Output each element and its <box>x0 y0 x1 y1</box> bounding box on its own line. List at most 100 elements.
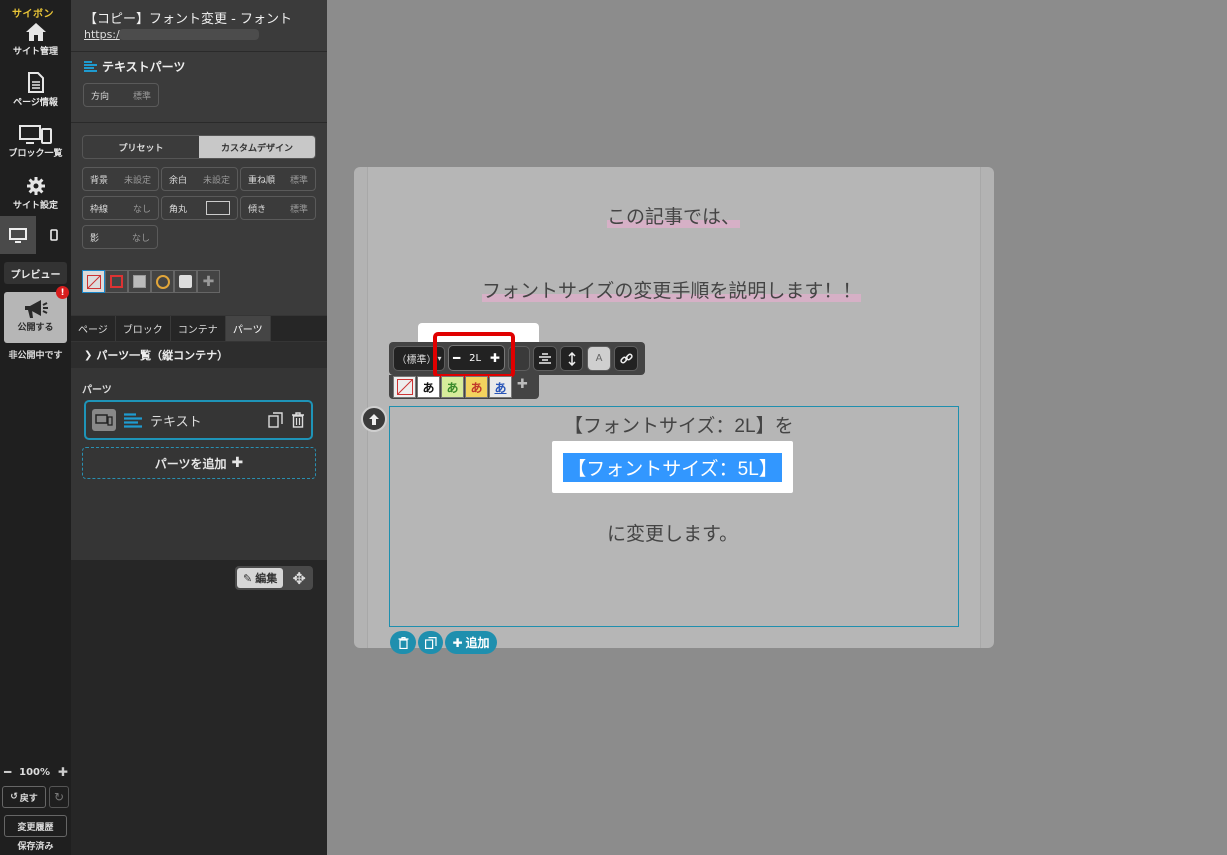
site-settings-button[interactable]: サイト設定 <box>0 176 71 211</box>
publish-button[interactable]: ! 公開する <box>4 286 69 343</box>
chevron-down-icon: ❯ <box>84 349 93 361</box>
direction-setting[interactable]: 方向 標準 <box>83 83 159 107</box>
preview-button[interactable]: プレビュー <box>4 262 67 284</box>
add-decoration-icon[interactable]: ✚ <box>517 377 528 392</box>
circle-icon <box>155 274 170 289</box>
border-setting[interactable]: 枠線 なし <box>82 196 159 220</box>
page-url[interactable]: https:/ <box>84 28 120 41</box>
text-line-to[interactable]: に変更します。 <box>607 519 738 546</box>
plus-icon: ✚ <box>452 635 463 650</box>
callout-highlight <box>433 332 515 378</box>
add-part-inline-button[interactable]: ✚ 追加 <box>445 631 497 654</box>
parts-list-header[interactable]: ❯ パーツ一覧（縦コンテナ） <box>71 342 327 368</box>
shadow-label: 影 <box>90 233 100 244</box>
delete-part-button[interactable] <box>390 631 416 654</box>
zoom-in-icon[interactable]: ✚ <box>58 765 68 779</box>
site-manage-label: サイト管理 <box>12 47 58 57</box>
swatch-none[interactable] <box>82 270 105 293</box>
add-inline-label: 追加 <box>465 636 490 650</box>
devices-icon <box>18 125 52 144</box>
design-mode-tabs: プリセット カスタムデザイン <box>82 135 316 159</box>
text-lines-icon <box>84 61 97 72</box>
part-item-text[interactable]: テキスト <box>84 400 313 440</box>
history-button[interactable]: 変更履歴 <box>4 815 67 837</box>
link-button[interactable] <box>614 346 638 371</box>
line-height-icon <box>567 351 576 366</box>
shadow-setting[interactable]: 影 なし <box>82 225 158 249</box>
add-part-label: パーツを追加 <box>154 456 227 471</box>
align-center-icon <box>539 353 551 364</box>
swatch-red-border[interactable] <box>105 270 128 293</box>
edit-button[interactable]: ✎ 編集 <box>237 568 284 588</box>
zoom-control: ━ 100% ✚ <box>4 765 68 779</box>
decoration-none[interactable] <box>393 376 416 398</box>
font-color-button[interactable]: A <box>587 346 611 371</box>
page-info-button[interactable]: ページ情報 <box>0 72 71 108</box>
block-list-button[interactable]: ブロック一覧 <box>0 124 71 159</box>
site-manage-button[interactable]: サイト管理 <box>0 22 71 57</box>
part-heading: テキストパーツ <box>84 58 185 75</box>
duplicate-part-button[interactable] <box>418 631 443 654</box>
tab-container[interactable]: コンテナ <box>171 316 226 341</box>
shadow-value: なし <box>131 233 150 244</box>
zindex-setting[interactable]: 重ね順 標準 <box>240 167 316 191</box>
move-up-button[interactable] <box>361 406 387 432</box>
blue-a-icon: あ <box>494 380 507 395</box>
swatch-rounded[interactable] <box>174 270 197 293</box>
move-handle-icon[interactable]: ✥ <box>285 566 313 590</box>
tab-page[interactable]: ページ <box>71 316 116 341</box>
home-icon <box>25 23 46 41</box>
publish-status: 非公開中です <box>8 351 63 361</box>
arrow-up-icon <box>369 413 379 425</box>
alert-badge: ! <box>56 286 69 299</box>
decoration-green[interactable]: あ <box>441 376 464 398</box>
settings-panel: 【コピー】フォント変更 - フォント https:/ テキストパーツ 方向 標準… <box>71 0 327 855</box>
green-a-icon: あ <box>446 380 459 395</box>
trash-icon[interactable] <box>291 412 305 428</box>
selected-text[interactable]: 【フォントサイズ：5L】 <box>563 452 782 482</box>
phone-icon <box>49 229 58 241</box>
device-switch <box>0 216 71 254</box>
text-style-value: （標準） <box>396 355 437 366</box>
tab-preset[interactable]: プリセット <box>83 136 199 158</box>
tilt-setting[interactable]: 傾き 標準 <box>240 196 316 220</box>
copy-icon <box>424 636 437 649</box>
text-line-intro[interactable]: この記事では、 <box>607 202 741 229</box>
edit-move-group: ✎ 編集 ✥ <box>235 566 314 590</box>
red-square-icon <box>110 275 123 288</box>
tab-parts[interactable]: パーツ <box>225 316 271 341</box>
add-swatch-button[interactable]: ✚ <box>197 270 220 293</box>
panel-tabs: ページ ブロック コンテナ パーツ <box>71 316 327 341</box>
margin-label: 余白 <box>169 175 188 186</box>
decoration-outline[interactable]: あ <box>417 376 440 398</box>
swatch-shadow[interactable] <box>128 270 151 293</box>
tab-custom-design[interactable]: カスタムデザイン <box>199 136 315 158</box>
pencil-icon: ✎ <box>243 571 253 585</box>
tab-block[interactable]: ブロック <box>116 316 171 341</box>
redo-icon: ↻ <box>53 790 65 804</box>
background-setting[interactable]: 背景 未設定 <box>82 167 159 191</box>
sp-view-button[interactable] <box>36 216 71 254</box>
align-button[interactable] <box>533 346 557 371</box>
pc-view-button[interactable] <box>0 216 36 254</box>
copy-icon[interactable] <box>268 412 283 428</box>
margin-setting[interactable]: 余白 未設定 <box>161 167 238 191</box>
redo-button[interactable]: ↻ <box>49 786 69 808</box>
device-toggle-icon[interactable] <box>92 409 116 431</box>
radius-setting[interactable]: 角丸 <box>161 196 238 220</box>
add-part-button[interactable]: パーツを追加 ✚ <box>82 447 316 479</box>
no-style-icon <box>86 274 101 289</box>
line-height-button[interactable] <box>560 346 583 371</box>
style-swatches: ✚ <box>82 270 220 293</box>
decoration-blue-underline[interactable]: あ <box>489 376 512 398</box>
page-info-label: ページ情報 <box>13 98 58 108</box>
decoration-yellow[interactable]: あ <box>465 376 488 398</box>
undo-button[interactable]: ↺ 戻す <box>2 786 46 808</box>
radius-preview-icon <box>206 201 230 215</box>
text-line-from[interactable]: 【フォントサイズ：2L】を <box>564 411 794 438</box>
swatch-circle[interactable] <box>151 270 174 293</box>
gear-icon <box>26 177 45 195</box>
selected-text-part[interactable] <box>389 406 959 627</box>
text-line-topic[interactable]: フォントサイズの変更手順を説明します！！ <box>482 276 862 303</box>
zoom-out-icon[interactable]: ━ <box>4 765 11 779</box>
